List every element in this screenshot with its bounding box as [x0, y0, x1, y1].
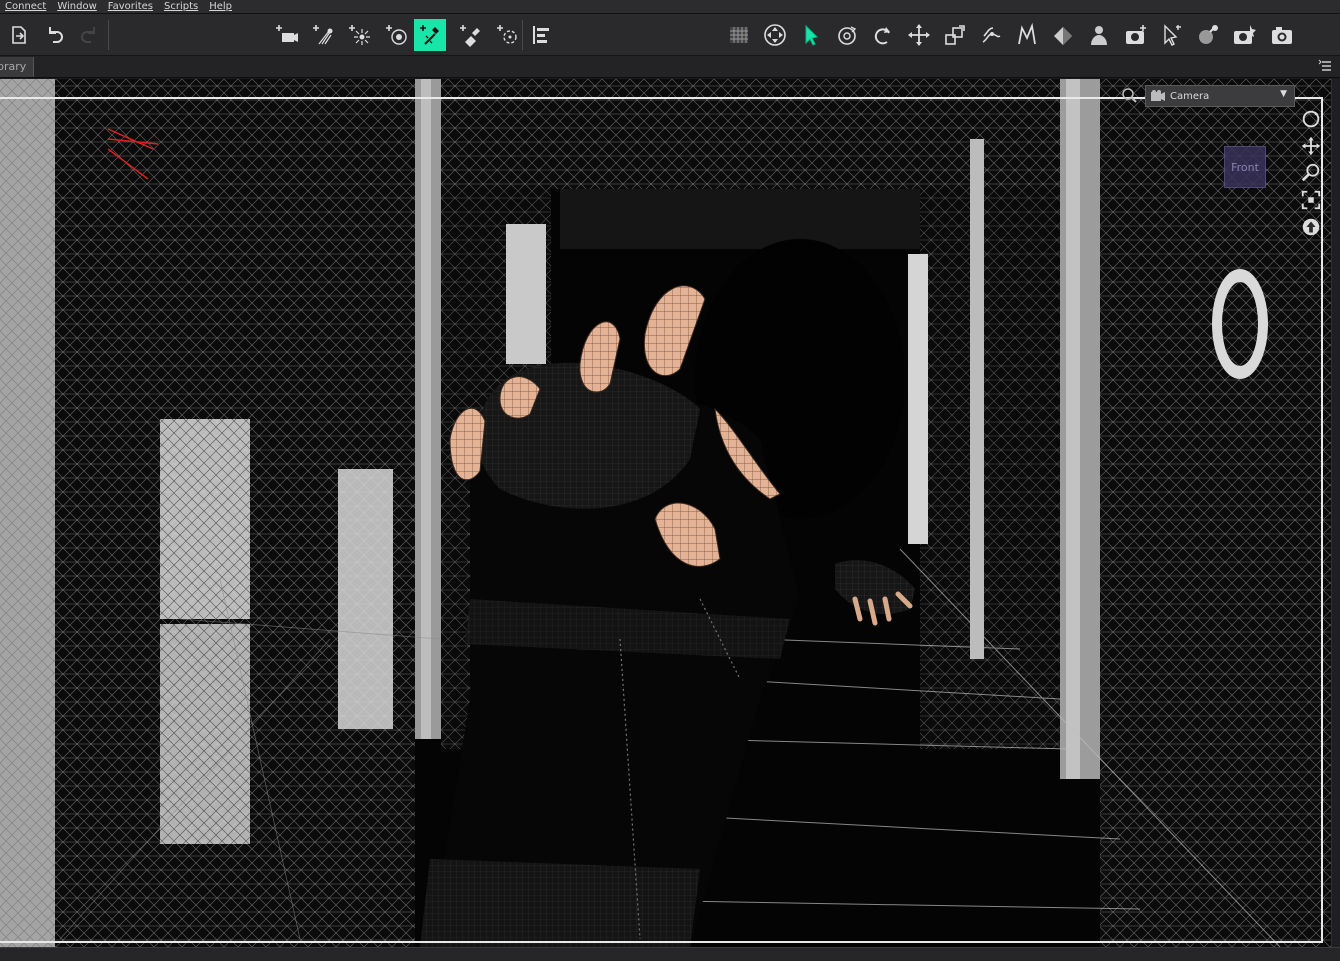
create-camera-icon: [276, 25, 298, 42]
spot-render-button[interactable]: [1155, 19, 1187, 51]
save-scene-button[interactable]: [2, 19, 34, 51]
menu-bar: Connect Window Favorites Scripts Help: [0, 0, 1340, 14]
translate-tool-icon: [908, 24, 930, 46]
surface-selection-icon: [1054, 27, 1072, 45]
magnifier-options-icon: [1122, 88, 1137, 103]
menu-favorites[interactable]: Favorites: [103, 0, 159, 13]
universal-tool-icon: [764, 24, 786, 46]
viewport-3d[interactable]: Camera ▼ Front: [0, 79, 1331, 947]
wireframe-scene: [0, 79, 1331, 947]
render-icon: [1234, 25, 1256, 44]
scale-tool-icon: [945, 25, 965, 45]
pan-icon: [1301, 136, 1321, 156]
viewport-grid-icon: [730, 27, 748, 43]
joint-editor-button[interactable]: [975, 19, 1007, 51]
node-weight-map-button[interactable]: [1011, 19, 1043, 51]
figure-setup-icon: [1091, 26, 1107, 45]
menu-help[interactable]: Help: [204, 0, 238, 13]
pane-tab-strip: brary: [0, 56, 1340, 78]
iray-preview-button[interactable]: [1191, 19, 1223, 51]
translate-tool-button[interactable]: [903, 19, 935, 51]
joint-editor-icon: [982, 27, 1001, 43]
spot-render-icon: [1164, 24, 1181, 46]
tab-library[interactable]: brary: [0, 57, 34, 77]
toolbar-separator: [522, 20, 523, 50]
status-bar: [0, 947, 1340, 961]
create-area-light-button[interactable]: [454, 19, 486, 51]
chevron-down-icon: ▼: [1280, 89, 1287, 99]
view-cube[interactable]: Front: [1224, 146, 1266, 188]
zoom-icon: [1301, 163, 1320, 182]
render-settings-camera-button[interactable]: [1119, 19, 1151, 51]
create-null-button[interactable]: [491, 19, 523, 51]
create-spotlight-icon: [313, 25, 333, 45]
reset-view-button[interactable]: [1299, 215, 1323, 239]
create-distant-light-button[interactable]: [380, 19, 412, 51]
surface-selection-button[interactable]: [1047, 19, 1079, 51]
create-camera-button[interactable]: [270, 19, 302, 51]
view-cube-label: Front: [1231, 160, 1259, 174]
create-spotlight-button[interactable]: [307, 19, 339, 51]
create-point-light-button[interactable]: [343, 19, 375, 51]
render-settings-camera-icon: [1126, 25, 1146, 44]
viewport-options-button[interactable]: [1119, 85, 1141, 105]
menu-connect[interactable]: Connect: [0, 0, 52, 13]
align-button[interactable]: [525, 19, 557, 51]
menu-window[interactable]: Window: [52, 0, 102, 13]
frame-icon: [1301, 190, 1321, 210]
create-linear-point-light-button[interactable]: [414, 19, 446, 51]
right-pane-edge: [1331, 79, 1340, 947]
orbit-icon: [1302, 110, 1320, 128]
save-scene-icon: [12, 26, 26, 44]
node-selection-icon: [805, 24, 819, 46]
rotate-tool-icon: [874, 27, 890, 45]
universal-tool-button[interactable]: [759, 19, 791, 51]
reset-view-icon: [1302, 218, 1320, 236]
create-distant-light-icon: [386, 25, 407, 45]
align-icon: [533, 26, 549, 44]
render-image-button[interactable]: [1266, 19, 1298, 51]
zoom-button[interactable]: [1299, 161, 1323, 185]
render-image-icon: [1272, 27, 1292, 44]
redo-icon: [81, 27, 95, 43]
rotate-tool-button[interactable]: [867, 19, 899, 51]
pan-button[interactable]: [1299, 134, 1323, 158]
rotate-view-button[interactable]: [831, 19, 863, 51]
redo-button[interactable]: [74, 19, 106, 51]
frame-button[interactable]: [1299, 188, 1323, 212]
orbit-button[interactable]: [1299, 107, 1323, 131]
camera-icon: [1151, 90, 1165, 101]
rotate-view-icon: [838, 26, 857, 45]
create-area-light-icon: [460, 25, 480, 47]
menu-scripts[interactable]: Scripts: [159, 0, 204, 13]
viewport-navigation-controls: [1299, 107, 1327, 242]
create-linear-point-light-icon: [420, 25, 439, 45]
camera-dropdown[interactable]: Camera ▼: [1145, 85, 1295, 107]
create-null-icon: [497, 25, 517, 44]
undo-icon: [49, 27, 63, 43]
viewport-grid-button[interactable]: [723, 19, 755, 51]
render-button[interactable]: [1227, 19, 1259, 51]
undo-button[interactable]: [38, 19, 70, 51]
pane-menu-icon[interactable]: [1318, 59, 1334, 73]
create-point-light-icon: [349, 25, 370, 45]
scale-tool-button[interactable]: [939, 19, 971, 51]
node-selection-button[interactable]: [795, 19, 827, 51]
figure-setup-button[interactable]: [1083, 19, 1115, 51]
toolbar-separator: [108, 20, 109, 50]
iray-preview-icon: [1199, 25, 1218, 44]
camera-dropdown-label: Camera: [1170, 90, 1210, 102]
node-weight-map-icon: [1018, 22, 1036, 45]
main-toolbar: [0, 14, 1340, 56]
